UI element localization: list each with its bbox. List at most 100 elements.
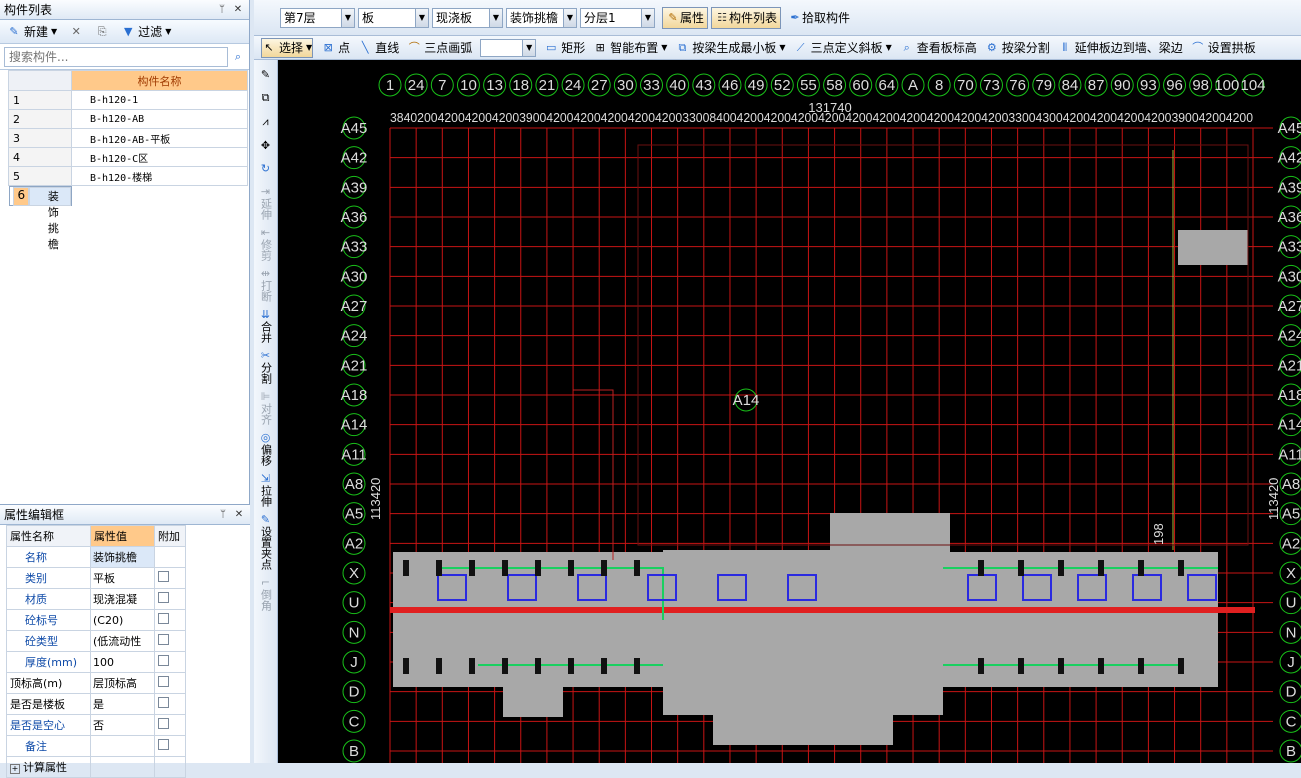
left-dimension: 113420 bbox=[368, 478, 383, 520]
prop-row[interactable]: 是否是空心否 bbox=[6, 714, 186, 736]
extra-checkbox[interactable] bbox=[158, 571, 169, 582]
select-tool[interactable]: ↖ 选择 ▼ bbox=[261, 37, 314, 58]
draw-toolbar: ↖ 选择 ▼ ⊠ 点 ╲ 直线 ⌒ 三点画弧 ▼ ▭ 矩形 ⊞ 智能布置 ▼ ⧉ 按梁生成最小板 ▼… bbox=[254, 36, 1301, 60]
axis-label-right: A39 bbox=[1278, 179, 1301, 196]
pick-component-button[interactable]: ✒ 拾取构件 bbox=[784, 7, 854, 29]
beam-gen-button[interactable]: ⧉ 按梁生成最小板 ▼ bbox=[675, 39, 785, 56]
rect-tool[interactable]: ▭ 矩形 bbox=[544, 39, 585, 56]
table-row-selected[interactable]: 6 装饰挑檐 bbox=[8, 186, 72, 251]
table-row[interactable]: 4 B-h120-C区 bbox=[8, 147, 248, 167]
prop-row[interactable]: 砼标号 (C20) bbox=[6, 609, 186, 631]
extra-checkbox[interactable] bbox=[158, 697, 169, 708]
point-tool[interactable]: ⊠ 点 bbox=[321, 39, 351, 56]
close-icon[interactable]: ✕ bbox=[232, 508, 246, 522]
stretch-tool[interactable]: ⇲ 拉伸 bbox=[258, 472, 274, 507]
cad-drawing[interactable]: 1 24 7 10 13 18 21 24 27 30 33 40 43 46 49 52 55 58 60 64 A 8… bbox=[278, 60, 1301, 763]
component-select[interactable]: 装饰挑檐 ▼ bbox=[506, 7, 577, 28]
merge-icon: ⇊ bbox=[260, 308, 271, 321]
extend-edge-button[interactable]: ⫴ 延伸板边到墙、梁边 bbox=[1058, 39, 1182, 56]
layer-select[interactable]: 分层1 ▼ bbox=[580, 7, 655, 28]
extend-tool[interactable]: ⇥ 延伸 bbox=[258, 185, 274, 220]
type-select[interactable]: 板 ▼ bbox=[358, 7, 429, 28]
grip-tool[interactable]: ✎ 设置夹点 bbox=[258, 513, 274, 570]
column-mark bbox=[535, 560, 541, 576]
slab-region bbox=[713, 715, 893, 745]
component-list-toggle[interactable]: ☷ 构件列表 bbox=[711, 6, 782, 29]
filter-button[interactable]: ▼ 过滤 ▼ bbox=[118, 22, 174, 41]
axis-label-top: 43 bbox=[695, 77, 712, 94]
pin-icon[interactable]: ᛘ bbox=[215, 3, 229, 17]
copy-icon[interactable]: ⧉ bbox=[262, 91, 270, 105]
component-list-titlebar: 构件列表 ᛘ ✕ bbox=[0, 0, 249, 20]
slab-region bbox=[1178, 230, 1248, 265]
beam-split-button[interactable]: ⚙ 按梁分割 bbox=[985, 39, 1050, 56]
column-mark bbox=[535, 658, 541, 674]
axis-label-left: A18 bbox=[341, 387, 368, 404]
copy-button[interactable]: ⎘ bbox=[92, 24, 112, 40]
prop-row[interactable]: 是否是楼板是 bbox=[6, 693, 186, 715]
offset-icon: ◎ bbox=[260, 431, 271, 444]
prop-row[interactable]: 顶标高(m) 层顶标高 bbox=[6, 672, 186, 694]
axis-label-top: 30 bbox=[617, 77, 634, 94]
axis-label-right: X bbox=[1286, 565, 1296, 582]
floor-select[interactable]: 第7层 ▼ bbox=[280, 7, 355, 28]
close-icon[interactable]: ✕ bbox=[231, 3, 245, 17]
mirror-icon[interactable]: ⩘ bbox=[262, 115, 268, 129]
offset-tool[interactable]: ◎ 偏移 bbox=[258, 431, 274, 466]
search-icon[interactable]: ⌕ bbox=[231, 50, 245, 64]
component-search-input[interactable] bbox=[4, 46, 228, 67]
prop-row[interactable]: 备注 bbox=[6, 735, 186, 757]
prop-row[interactable]: 厚度(mm) 100 bbox=[6, 651, 186, 673]
axis-label-top: 7 bbox=[438, 77, 446, 94]
table-row[interactable]: 2 B-h120-AB bbox=[8, 109, 248, 129]
axis-label-left: J bbox=[350, 654, 358, 671]
smart-layout-button[interactable]: ⊞ 智能布置 ▼ bbox=[593, 39, 668, 56]
chamfer-tool[interactable]: ⌐ 倒角 bbox=[258, 576, 274, 611]
prop-row[interactable]: 砼类型 (低流动性 bbox=[6, 630, 186, 652]
table-row[interactable]: 3 B-h120-AB-平板 bbox=[8, 128, 248, 148]
prop-row[interactable]: 名称 装饰挑檐 bbox=[6, 546, 186, 568]
table-row[interactable]: 1 B-h120-1 bbox=[8, 90, 248, 110]
axis-label-left: A27 bbox=[341, 298, 368, 315]
rotate-icon[interactable]: ↻ bbox=[261, 162, 270, 175]
axis-label-top: 18 bbox=[512, 77, 529, 94]
new-button[interactable]: ✎ 新建 ▼ bbox=[4, 22, 60, 41]
line-tool[interactable]: ╲ 直线 bbox=[358, 39, 399, 56]
slope-button[interactable]: ⟋ 三点定义斜板 ▼ bbox=[794, 39, 892, 56]
extra-checkbox[interactable] bbox=[158, 718, 169, 729]
drawing-canvas[interactable]: 1 24 7 10 13 18 21 24 27 30 33 40 43 46 49 52 55 58 60 64 A 8… bbox=[278, 60, 1301, 763]
axis-label-left: A5 bbox=[345, 506, 363, 523]
subtype-select[interactable]: 现浇板 ▼ bbox=[432, 7, 503, 28]
delete-button[interactable]: ✕ bbox=[66, 24, 86, 40]
axis-label-top: 27 bbox=[591, 77, 608, 94]
merge-tool[interactable]: ⇊ 合并 bbox=[258, 308, 274, 343]
table-row[interactable]: 5 B-h120-楼梯 bbox=[8, 166, 248, 186]
prop-row[interactable]: 类别 平板 bbox=[6, 567, 186, 589]
prop-row[interactable]: 材质 现浇混凝 bbox=[6, 588, 186, 610]
extra-checkbox[interactable] bbox=[158, 739, 169, 750]
brush-icon[interactable]: ✎ bbox=[261, 68, 270, 81]
align-tool[interactable]: ⊫ 对齐 bbox=[258, 390, 274, 425]
point-icon: ⊠ bbox=[323, 40, 333, 54]
split-tool[interactable]: ✂ 分割 bbox=[258, 349, 274, 384]
extra-checkbox[interactable] bbox=[158, 634, 169, 645]
trim-tool[interactable]: ⇤ 修剪 bbox=[258, 226, 274, 261]
arc-tool[interactable]: ⌒ 三点画弧 bbox=[407, 39, 473, 56]
move-icon[interactable]: ✥ bbox=[261, 139, 270, 152]
arc-mode-select[interactable]: ▼ bbox=[480, 38, 537, 57]
properties-toggle[interactable]: ✎ 属性 bbox=[662, 6, 709, 29]
expand-icon[interactable]: + bbox=[10, 764, 20, 774]
axis-label-right: A24 bbox=[1278, 328, 1301, 345]
extra-checkbox[interactable] bbox=[158, 592, 169, 603]
prop-row[interactable]: + 计算属性 bbox=[6, 756, 186, 778]
extra-checkbox[interactable] bbox=[158, 676, 169, 687]
axis-label-top: A bbox=[908, 77, 918, 94]
axis-label-left: D bbox=[349, 684, 360, 701]
extra-dimension: 198 bbox=[1151, 523, 1166, 545]
extra-checkbox[interactable] bbox=[158, 655, 169, 666]
pin-icon[interactable]: ᛘ bbox=[216, 508, 230, 522]
break-tool[interactable]: ⇹ 打断 bbox=[258, 267, 274, 302]
extra-checkbox[interactable] bbox=[158, 613, 169, 624]
arch-slab-button[interactable]: ⌒ 设置拱板 bbox=[1191, 39, 1256, 56]
view-elevation-button[interactable]: ⌕ 查看板标高 bbox=[900, 39, 977, 56]
